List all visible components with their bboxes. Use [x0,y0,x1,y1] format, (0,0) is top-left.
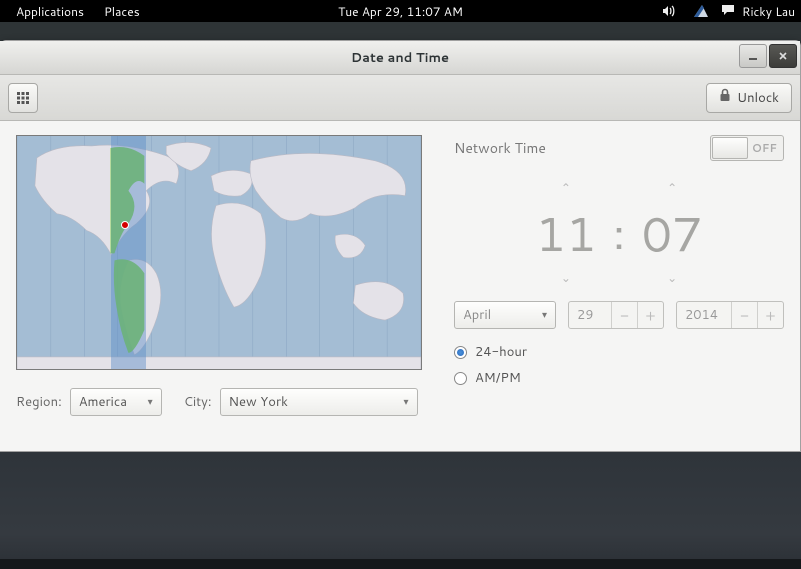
lock-icon [719,88,731,107]
top-panel: Applications Places Tue Apr 29, 11:07 AM… [0,0,801,22]
format-ampm-radio[interactable]: AM/PM [454,369,784,387]
format-24hour-label: 24-hour [475,343,527,361]
datetime-window: Date and Time Unlock [0,40,801,452]
region-combo[interactable]: America ▾ [70,388,162,416]
chevron-down-icon: ▾ [534,308,547,322]
format-ampm-label: AM/PM [475,369,521,387]
time-colon: : [613,202,625,264]
location-marker-icon [121,221,129,229]
day-spinner[interactable]: 29 − + [568,301,664,329]
timezone-map[interactable] [16,135,422,370]
day-value: 29 [569,306,611,324]
panel-clock[interactable]: Tue Apr 29, 11:07 AM [338,3,463,20]
radio-icon [454,372,467,385]
window-title: Date and Time [351,49,449,67]
chevron-down-icon: ▾ [395,395,408,409]
switch-knob [712,137,748,159]
unlock-button[interactable]: Unlock [706,83,792,113]
day-up-button[interactable]: + [637,302,663,328]
user-name: Ricky Lau [742,3,795,20]
unlock-label: Unlock [737,89,779,107]
timezone-band [111,136,146,369]
time-display: ⌃ 11 ⌄ : ⌃ 07 ⌄ [454,179,784,287]
year-down-button[interactable]: − [731,302,757,328]
city-value: New York [229,393,288,411]
close-button[interactable] [769,44,797,68]
region-label: Region: [16,393,62,411]
year-value: 2014 [677,306,731,324]
city-combo[interactable]: New York ▾ [220,388,418,416]
chevron-down-icon: ▾ [140,395,153,409]
network-icon[interactable] [691,3,707,19]
minimize-button[interactable] [739,44,767,68]
day-down-button[interactable]: − [611,302,637,328]
hour-down-button[interactable]: ⌄ [561,269,571,287]
minute-down-button[interactable]: ⌄ [667,269,677,287]
hour-up-button[interactable]: ⌃ [561,179,571,197]
toolbar: Unlock [0,75,800,121]
hour-value: 11 [531,199,601,267]
titlebar[interactable]: Date and Time [0,41,800,75]
volume-icon[interactable] [661,3,677,19]
network-time-switch[interactable]: OFF [710,135,784,161]
minute-up-button[interactable]: ⌃ [667,179,677,197]
chat-icon [721,3,737,19]
format-24hour-radio[interactable]: 24-hour [454,343,784,361]
region-value: America [79,393,127,411]
desktop-background [0,452,801,569]
year-up-button[interactable]: + [757,302,783,328]
applications-menu[interactable]: Applications [6,3,94,20]
month-combo[interactable]: April ▾ [454,301,556,329]
month-value: April [463,306,491,324]
places-menu[interactable]: Places [94,3,150,20]
all-settings-button[interactable] [8,83,38,113]
city-label: City: [184,393,212,411]
user-menu[interactable]: Ricky Lau [721,3,795,20]
network-time-label: Network Time [454,138,546,158]
minute-value: 07 [637,199,707,267]
year-spinner[interactable]: 2014 − + [676,301,784,329]
switch-state: OFF [752,140,777,156]
radio-icon [454,346,467,359]
